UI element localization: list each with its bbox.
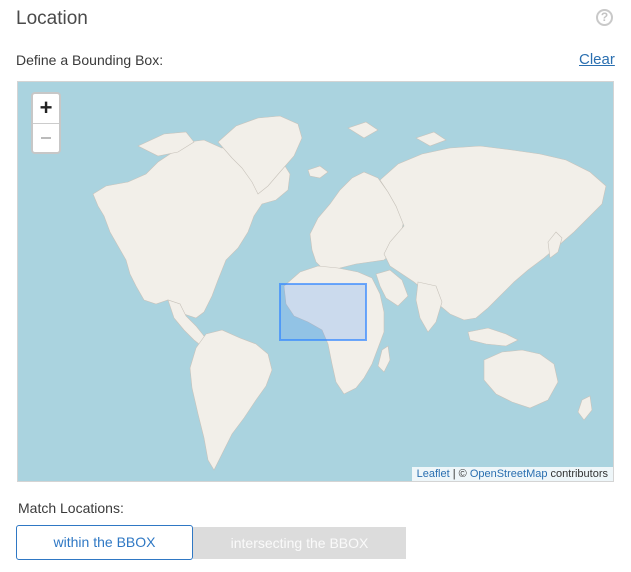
svalbard <box>347 121 379 139</box>
madagascar <box>377 345 391 373</box>
zoom-out-button[interactable] <box>33 124 59 152</box>
question-circle-icon[interactable]: ? <box>596 9 613 26</box>
attribution-suffix: contributors <box>547 468 608 480</box>
australia <box>483 349 559 409</box>
asia <box>379 145 607 321</box>
openstreetmap-link[interactable]: OpenStreetMap <box>470 468 548 480</box>
minus-icon <box>41 137 51 139</box>
zoom-in-button[interactable]: + <box>33 94 59 124</box>
attribution-separator: | © <box>449 468 470 480</box>
map-attribution: Leaflet | © OpenStreetMap contributors <box>411 467 613 481</box>
intersecting-bbox-button[interactable]: intersecting the BBOX <box>193 527 406 559</box>
leaflet-link[interactable]: Leaflet <box>417 468 450 480</box>
south-america <box>189 329 273 471</box>
bounding-box-selection <box>279 283 367 341</box>
section-title: Location <box>16 8 88 29</box>
iceland <box>307 165 329 179</box>
novaya-zemlya <box>415 131 447 147</box>
match-locations-label: Match Locations: <box>18 500 124 516</box>
indonesia <box>467 327 519 347</box>
bounding-box-label: Define a Bounding Box: <box>16 52 164 68</box>
within-bbox-button[interactable]: within the BBOX <box>16 525 193 560</box>
clear-link[interactable]: Clear <box>579 51 615 68</box>
zoom-control: + <box>31 92 61 154</box>
map[interactable]: + Leaflet | © OpenStreetMap contributors <box>17 81 614 482</box>
new-zealand <box>577 395 593 421</box>
world-map-tiles <box>92 115 607 471</box>
